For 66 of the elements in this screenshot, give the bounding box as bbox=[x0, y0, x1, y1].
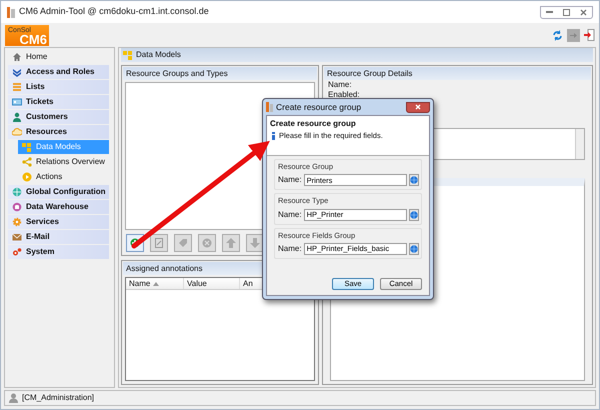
sidebar-item[interactable]: Global Configuration bbox=[8, 185, 109, 199]
close-icon bbox=[415, 104, 421, 110]
sidebar-subitem[interactable]: Relations Overview bbox=[18, 155, 109, 169]
gear-icon bbox=[12, 217, 22, 227]
sidebar-item[interactable]: Home bbox=[8, 50, 109, 64]
app-icon bbox=[266, 102, 273, 112]
edit-icon bbox=[154, 238, 164, 248]
cloud-icon bbox=[12, 127, 22, 137]
window-title: CM6 Admin-Tool @ cm6doku-cm1.int.consol.de bbox=[19, 5, 209, 18]
sort-icon bbox=[153, 282, 160, 286]
panel-title: Resource Group Details bbox=[324, 67, 591, 80]
sidebar-item[interactable]: System bbox=[8, 245, 109, 259]
forward-button[interactable] bbox=[567, 28, 580, 42]
sidebar-subitem[interactable]: Actions bbox=[18, 170, 109, 184]
share-icon bbox=[22, 157, 32, 167]
field-label: Name: bbox=[327, 80, 353, 90]
envelope-icon bbox=[12, 232, 22, 242]
chevrons-icon bbox=[12, 67, 22, 77]
user-icon bbox=[9, 393, 18, 403]
field-label: Name: bbox=[278, 208, 302, 220]
field-label: Name: bbox=[278, 174, 302, 186]
home-icon bbox=[12, 52, 22, 62]
refresh-icon[interactable] bbox=[552, 30, 563, 40]
status-user: [CM_Administration] bbox=[22, 392, 94, 404]
arrow-icon bbox=[570, 32, 577, 38]
ticket-icon bbox=[12, 97, 22, 107]
delete-icon bbox=[202, 238, 212, 248]
tag-icon bbox=[178, 238, 188, 248]
sidebar-item[interactable]: Resources bbox=[8, 125, 109, 139]
panel-title: Resource Groups and Types bbox=[123, 67, 317, 80]
field-label: Enabled: bbox=[327, 90, 361, 100]
sidebar-item[interactable]: Customers bbox=[8, 110, 109, 124]
picker-button[interactable] bbox=[408, 242, 419, 255]
sidebar-item[interactable]: Tickets bbox=[8, 95, 109, 109]
content-title: Data Models bbox=[136, 49, 181, 61]
picker-button[interactable] bbox=[408, 174, 419, 186]
dialog-title: Create resource group bbox=[276, 100, 362, 114]
scrollbar[interactable] bbox=[575, 129, 584, 159]
logout-icon[interactable] bbox=[584, 29, 595, 41]
close-button[interactable] bbox=[406, 102, 430, 112]
squares-icon bbox=[22, 142, 32, 152]
globe-icon bbox=[410, 244, 418, 253]
play-icon bbox=[22, 172, 32, 182]
field-label: Name: bbox=[278, 242, 302, 255]
picker-button[interactable] bbox=[408, 208, 419, 220]
down-arrow-icon bbox=[250, 238, 260, 248]
app-icon bbox=[7, 6, 15, 18]
globe-icon bbox=[410, 176, 418, 184]
column-header[interactable]: Name bbox=[126, 278, 184, 289]
close-icon bbox=[580, 8, 587, 16]
minimize-icon bbox=[546, 10, 553, 14]
dialog-heading: Create resource group bbox=[270, 118, 357, 130]
maximize-icon bbox=[563, 8, 570, 16]
up-arrow-icon bbox=[226, 238, 236, 248]
info-icon bbox=[272, 132, 275, 140]
person-icon bbox=[12, 112, 22, 122]
sidebar-item[interactable]: Access and Roles bbox=[8, 65, 109, 79]
column-header[interactable]: Value bbox=[184, 278, 240, 289]
sidebar-item[interactable]: E-Mail bbox=[8, 230, 109, 244]
list-icon bbox=[12, 82, 22, 92]
globe-icon bbox=[410, 210, 418, 218]
sidebar-item[interactable]: Lists bbox=[8, 80, 109, 94]
sidebar-item[interactable]: Data Warehouse bbox=[8, 200, 109, 214]
globe-icon bbox=[12, 187, 22, 197]
sidebar-item[interactable]: Services bbox=[8, 215, 109, 229]
squares-icon bbox=[123, 50, 133, 60]
